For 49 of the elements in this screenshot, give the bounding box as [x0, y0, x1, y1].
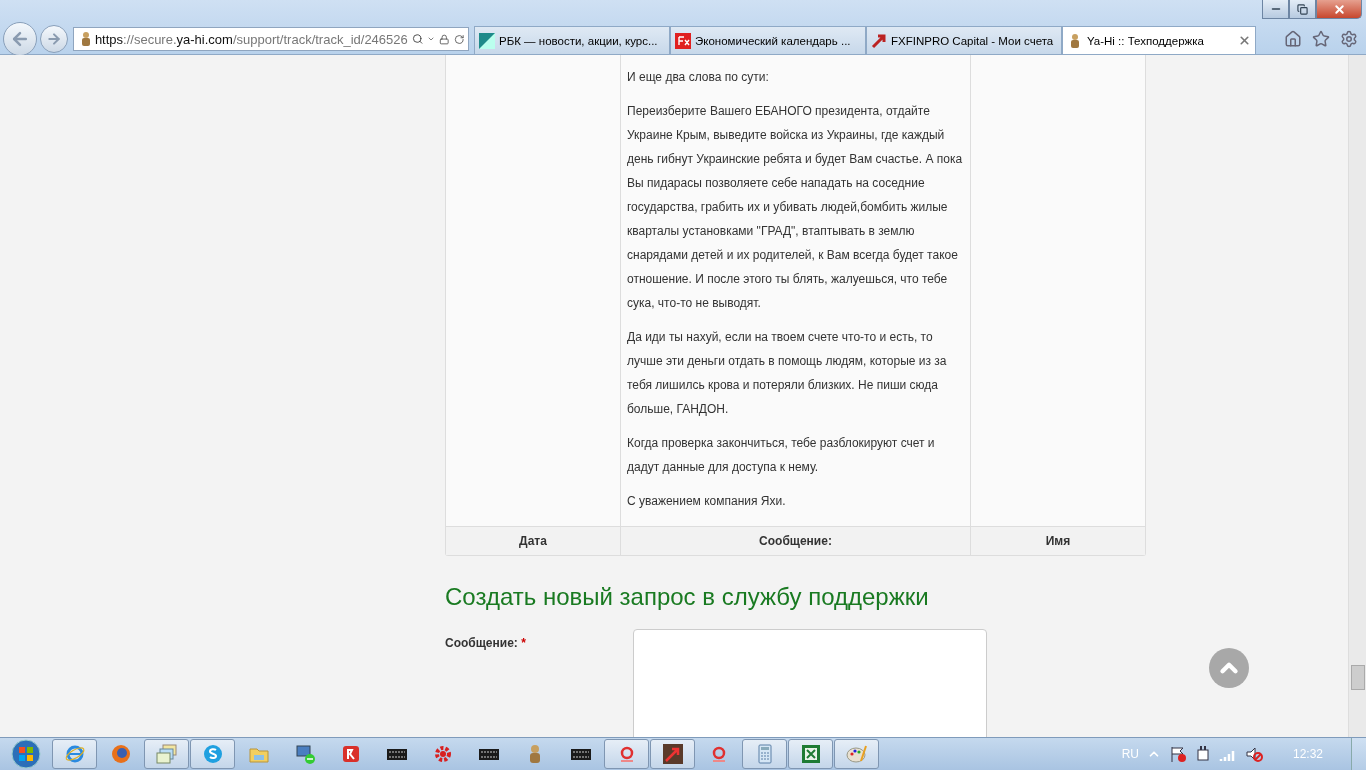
flag-icon[interactable]: [1168, 745, 1187, 763]
section-heading: Создать новый запрос в службу поддержки: [445, 582, 930, 612]
column-header: Сообщение:: [620, 526, 970, 555]
browser-tab[interactable]: Ya-Hi :: Техподдержка: [1062, 26, 1256, 54]
close-button[interactable]: [1316, 0, 1362, 19]
lock-icon[interactable]: [439, 32, 450, 46]
favorites-star-icon[interactable]: [1312, 30, 1330, 48]
ie-icon: [63, 743, 86, 765]
message-paragraph: С уважением компания Яхи.: [627, 493, 787, 510]
message-paragraph: И еще два слова по сути:: [627, 69, 770, 86]
close-tab-icon[interactable]: [1238, 34, 1251, 47]
restore-button[interactable]: [1289, 0, 1316, 19]
back-button[interactable]: [3, 22, 37, 56]
message-paragraph: Да иди ты нахуй, если на твоем счете что-то и есть, то лучше эти деньги отдать в помощь людям, которые из за тебя лишилсь крова и потеряли близких. Не пиши сюда больше, ГАНДОН.: [627, 329, 948, 418]
minimize-button[interactable]: [1262, 0, 1289, 19]
windows-stack-icon: [155, 743, 178, 765]
field-label: Сообщение: *: [445, 635, 527, 652]
message-input[interactable]: [633, 629, 987, 737]
home-icon[interactable]: [1284, 30, 1302, 48]
forward-arrow-icon: [46, 31, 62, 47]
browser-tab[interactable]: Экономический календарь ...: [670, 26, 866, 54]
browser-tab[interactable]: РБК — новости, акции, курс...: [474, 26, 670, 54]
message-paragraph: Переизберите Вашего ЕБАНОГО президента, отдайте Украине Крым, выведите войска из Украины, где каждый день гибнут Украинские ребята и будет Вам счастье. А пока Вы пидарасы позволяете себе нападать на соседние государства, грабить их и убивать людей,бомбить жилые кварталы установками "ГРАД", втаптывать в землю снарядами детей и их родителей, к Вам всегда будет такое отношение. И после этого ты блять, жалуешься, что тебе сука, что-то не выводят.: [627, 103, 964, 312]
firefox-icon: [109, 743, 132, 765]
search-icon[interactable]: [411, 32, 424, 46]
skype-icon: [201, 743, 224, 765]
column-header: Имя: [970, 526, 1145, 555]
refresh-icon[interactable]: [453, 32, 464, 46]
power-plug-icon[interactable]: [1194, 745, 1211, 763]
close-icon: [1332, 2, 1346, 16]
back-arrow-icon: [10, 29, 30, 49]
browser-tab[interactable]: FXFINPRO Capital - Мои счета: [866, 26, 1062, 54]
taskbar-button[interactable]: [650, 739, 695, 769]
column-header: Дата: [446, 526, 620, 555]
fx-logo-icon: [675, 32, 691, 49]
settings-icon[interactable]: [1340, 30, 1358, 48]
diagonal-square-icon: [479, 32, 495, 49]
message-paragraph: Когда проверка закончиться, тебе разблокируют счет и дадут данные для доступа к нему.: [627, 435, 936, 476]
network-monitor-icon: [293, 743, 316, 765]
forward-button[interactable]: [40, 25, 68, 53]
scrollbar[interactable]: [1348, 55, 1366, 737]
palette-icon: [845, 743, 868, 765]
url-text: https://secure.ya-hi.com/support/track/track_id/246526: [94, 31, 408, 47]
scroll-top-button[interactable]: [1209, 648, 1249, 688]
arrow-icon: [871, 32, 887, 49]
address-field[interactable]: https://secure.ya-hi.com/support/track/track_id/246526: [73, 27, 469, 51]
restore-icon: [1297, 3, 1308, 15]
muted-speaker-icon[interactable]: [1244, 745, 1263, 763]
spreadsheet-icon: [799, 743, 822, 765]
